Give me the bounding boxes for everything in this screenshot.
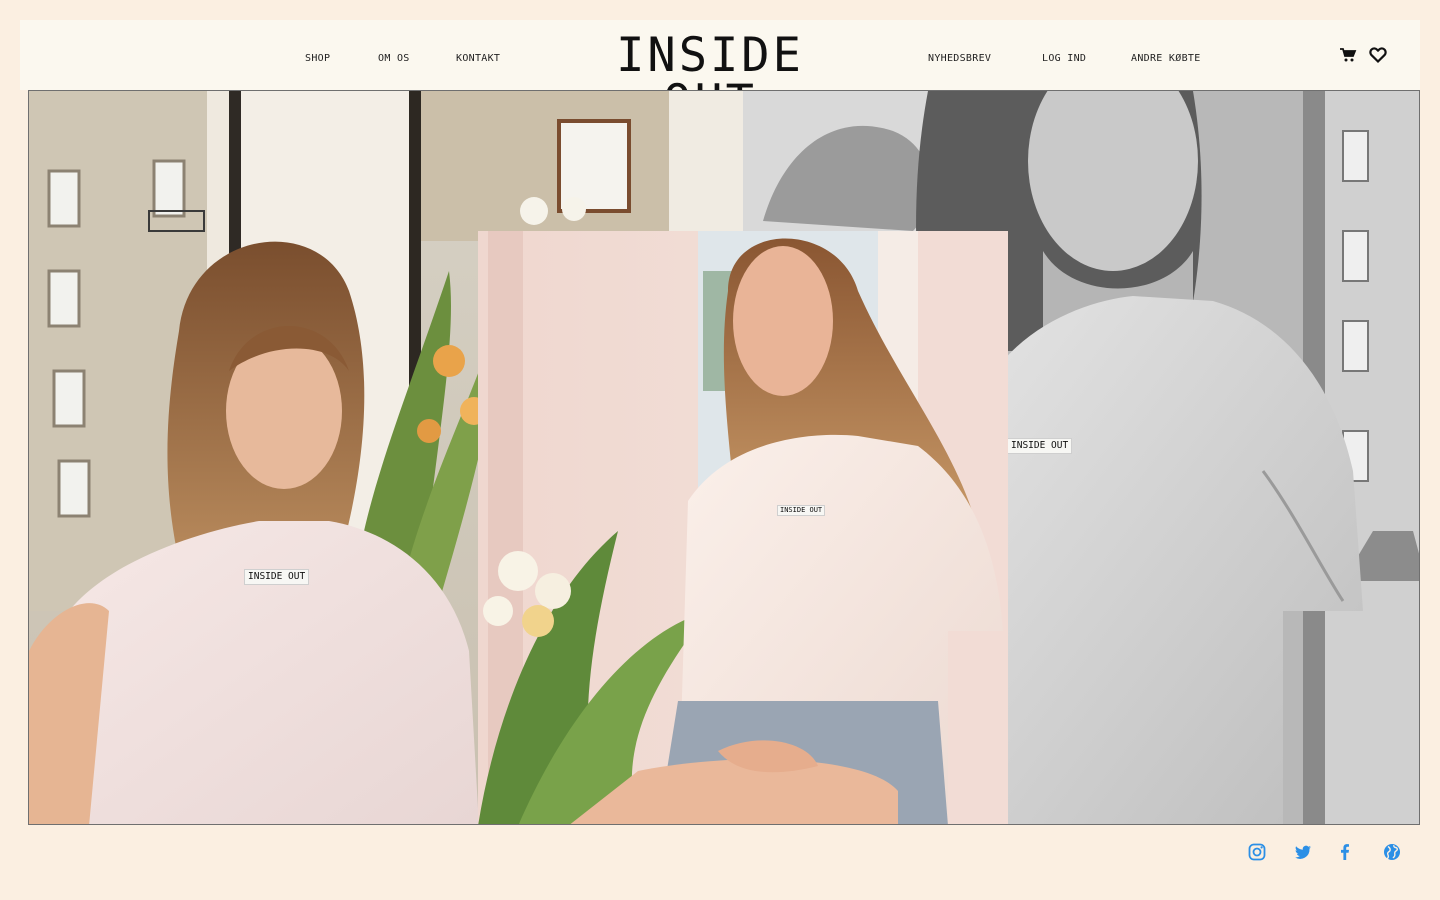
globe-icon[interactable] (1382, 842, 1402, 862)
tee-print-label: INSIDE OUT (1007, 438, 1073, 454)
nav-kontakt[interactable]: KONTAKT (456, 53, 500, 64)
hero-collage: INSIDE OUT INSIDE OUT INSIDE OUT (28, 90, 1420, 825)
tee-print-label: INSIDE OUT (777, 505, 826, 516)
hero-photo-center: INSIDE OUT (478, 231, 1008, 824)
nav-shop[interactable]: SHOP (305, 53, 330, 64)
tee-print-label: INSIDE OUT (244, 569, 310, 585)
facebook-icon[interactable] (1335, 842, 1355, 862)
nav-log-ind[interactable]: LOG IND (1042, 53, 1086, 64)
nav-nyhedsbrev[interactable]: NYHEDSBREV (928, 53, 991, 64)
nav-andre-kobte[interactable]: ANDRE KØBTE (1131, 53, 1201, 64)
heart-icon[interactable] (1368, 45, 1388, 65)
nav-om-os[interactable]: OM OS (378, 53, 410, 64)
site-header: SHOP OM OS KONTAKT INSIDE OUT NYHEDSBREV… (20, 20, 1420, 126)
instagram-icon[interactable] (1247, 842, 1267, 862)
cart-icon[interactable] (1338, 45, 1358, 65)
twitter-icon[interactable] (1293, 842, 1313, 862)
